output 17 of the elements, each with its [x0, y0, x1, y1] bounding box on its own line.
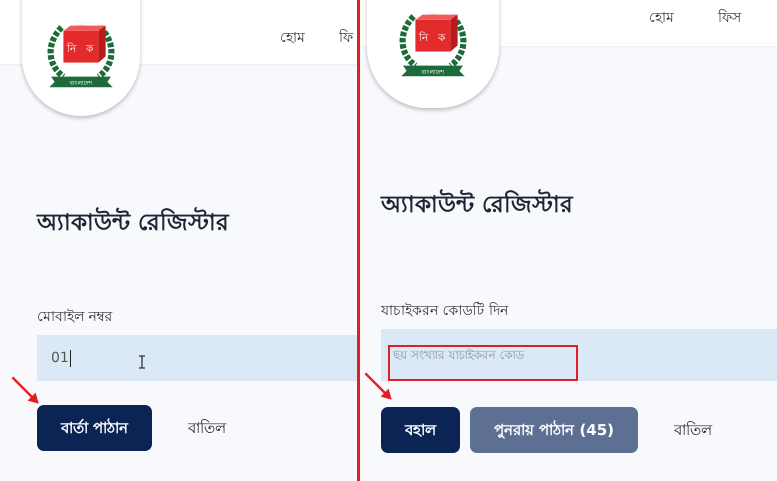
action-button[interactable]: বাতিল [162, 405, 252, 451]
action-button[interactable]: পুনরায় পাঠান (45) [470, 407, 638, 453]
page-title: অ্যাকাউন্ট রেজিস্টার [37, 204, 357, 243]
field-label: যাচাইকরন কোডটি দিন [381, 300, 510, 321]
text-caret-icon [70, 350, 71, 366]
action-button[interactable]: বাতিল [648, 407, 738, 453]
nav-link[interactable]: ফি [339, 26, 353, 64]
nav-link[interactable]: হোম [280, 26, 305, 64]
action-button[interactable]: বার্তা পাঠান [37, 405, 152, 451]
input-field[interactable]: ছয় সংখ্যার যাচাইকরন কোড [381, 329, 777, 381]
text-cursor-icon [138, 355, 146, 369]
field-label: মোবাইল নম্বর [37, 308, 114, 327]
page-title: অ্যাকাউন্ট রেজিস্টার [381, 186, 777, 225]
input-field[interactable]: 01 [37, 335, 357, 381]
action-button[interactable]: বহাল [381, 407, 460, 453]
nav-link[interactable]: হোম [649, 6, 674, 46]
nav-link[interactable]: ফিস [718, 6, 741, 46]
